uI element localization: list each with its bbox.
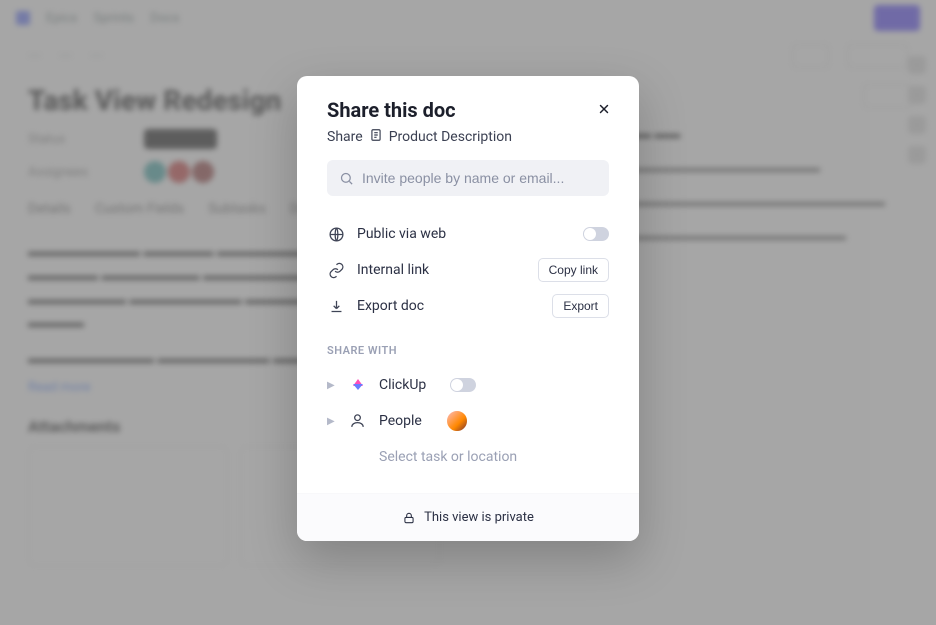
share-with-clickup[interactable]: ▶ ClickUp	[327, 367, 609, 403]
export-doc-row: Export doc Export	[327, 288, 609, 324]
modal-title: Share this doc	[327, 98, 609, 122]
copy-link-button[interactable]: Copy link	[538, 258, 609, 282]
internal-link-row: Internal link Copy link	[327, 252, 609, 288]
select-location-label: Select task or location	[379, 449, 517, 465]
modal-overlay[interactable]: Share this doc Share Product Description	[0, 0, 936, 625]
clickup-toggle[interactable]	[450, 378, 476, 392]
share-prefix: Share	[327, 129, 363, 145]
search-box[interactable]	[327, 160, 609, 196]
search-input[interactable]	[362, 170, 597, 186]
share-with-people[interactable]: ▶ People	[327, 403, 609, 439]
select-location-row[interactable]: ▶ Select task or location	[327, 439, 609, 475]
lock-icon	[402, 511, 416, 525]
download-icon	[327, 297, 345, 315]
export-doc-label: Export doc	[357, 298, 424, 314]
link-icon	[327, 261, 345, 279]
doc-icon	[369, 128, 383, 146]
avatar	[446, 410, 468, 432]
close-button[interactable]	[593, 98, 615, 120]
share-modal: Share this doc Share Product Description	[297, 76, 639, 541]
clickup-icon	[349, 376, 367, 394]
modal-footer: This view is private	[297, 493, 639, 541]
share-people-label: People	[379, 413, 422, 429]
share-with-label: SHARE WITH	[297, 334, 639, 363]
public-web-label: Public via web	[357, 226, 446, 242]
public-toggle[interactable]	[583, 227, 609, 241]
export-button[interactable]: Export	[552, 294, 609, 318]
footer-text: This view is private	[424, 510, 534, 525]
internal-link-label: Internal link	[357, 262, 429, 278]
public-web-row: Public via web	[327, 216, 609, 252]
share-clickup-label: ClickUp	[379, 377, 426, 393]
globe-icon	[327, 225, 345, 243]
doc-name: Product Description	[389, 129, 512, 145]
person-icon	[349, 412, 367, 430]
close-icon	[597, 102, 611, 116]
search-icon	[339, 171, 354, 186]
chevron-right-icon: ▶	[327, 416, 337, 427]
chevron-right-icon: ▶	[327, 380, 337, 391]
